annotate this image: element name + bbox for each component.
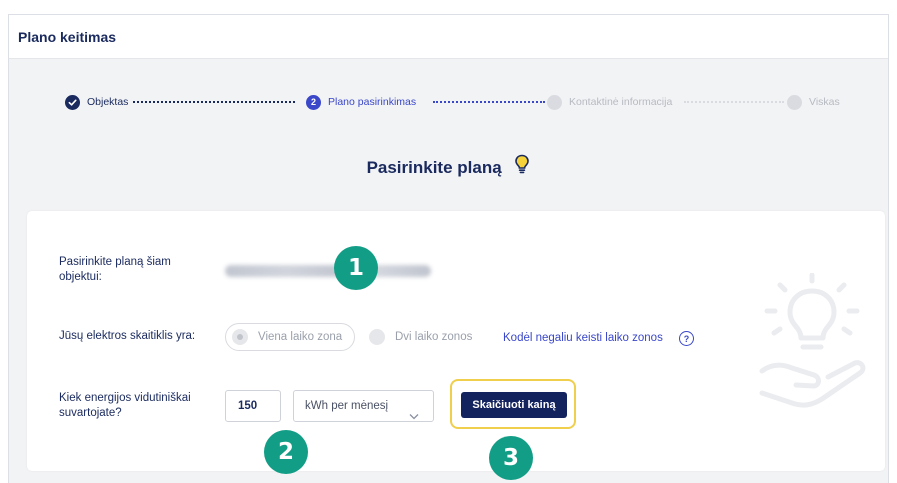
step-plano-pasirinkimas[interactable]: 2 Plano pasirinkimas bbox=[306, 91, 416, 113]
annotation-marker-1: 1 bbox=[334, 246, 378, 290]
radio-single-zone[interactable]: Viena laiko zona bbox=[225, 323, 356, 351]
question-mark-icon[interactable]: ? bbox=[679, 331, 694, 346]
radio-two-zones[interactable]: Dvi laiko zonos bbox=[369, 329, 472, 345]
step-connector bbox=[684, 101, 784, 103]
consumption-label: Kiek energijos vidutiniškai suvartojate? bbox=[59, 392, 191, 419]
page-title: Plano keitimas bbox=[18, 29, 117, 45]
radio-selected-icon bbox=[232, 329, 248, 345]
step-number-badge: 2 bbox=[306, 94, 321, 110]
unit-select-value: kWh per mėnesį bbox=[305, 400, 389, 412]
step-kontaktine-informacija: Kontaktinė informacija bbox=[547, 91, 672, 113]
lightbulb-hand-illustration-icon bbox=[752, 272, 872, 428]
lightbulb-icon bbox=[514, 154, 530, 179]
step-label: Objektas bbox=[87, 96, 129, 108]
progress-stepper: Objektas 2 Plano pasirinkimas Kontaktinė… bbox=[9, 91, 888, 113]
step-label: Kontaktinė informacija bbox=[569, 96, 673, 108]
annotation-marker-2: 2 bbox=[264, 430, 308, 474]
unit-select[interactable]: kWh per mėnesį bbox=[293, 390, 434, 422]
step-pending-icon bbox=[787, 94, 802, 110]
radio-label: Dvi laiko zonos bbox=[395, 331, 473, 343]
section-title-text: Pasirinkite planą bbox=[366, 158, 502, 177]
annotation-marker-3: 3 bbox=[489, 436, 533, 480]
why-cant-change-zone-link[interactable]: Kodėl negaliu keisti laiko zonos bbox=[503, 332, 663, 344]
radio-unselected-icon bbox=[369, 329, 385, 345]
step-connector bbox=[433, 101, 545, 103]
meter-type-label: Jūsų elektros skaitiklis yra: bbox=[59, 330, 196, 342]
check-icon bbox=[65, 94, 80, 110]
step-objektas[interactable]: Objektas bbox=[65, 91, 128, 113]
plan-change-window: Plano keitimas Objektas 2 Plano pasirink… bbox=[8, 14, 889, 483]
blurred-object-address bbox=[225, 265, 431, 277]
section-title: Pasirinkite planą bbox=[9, 154, 888, 179]
consumption-input[interactable]: 150 bbox=[225, 390, 281, 422]
radio-label: Viena laiko zona bbox=[258, 331, 343, 343]
calculate-price-button[interactable]: Skaičiuoti kainą bbox=[461, 392, 567, 418]
plan-form-card: Pasirinkite planą šiam objektui: Jūsų el… bbox=[27, 211, 885, 471]
step-label: Viskas bbox=[809, 96, 840, 108]
step-label: Plano pasirinkimas bbox=[328, 96, 417, 108]
object-label: Pasirinkite planą šiam objektui: bbox=[59, 256, 171, 283]
chevron-down-icon bbox=[409, 402, 419, 432]
step-connector bbox=[133, 101, 295, 103]
step-viskas: Viskas bbox=[787, 91, 840, 113]
page-header: Plano keitimas bbox=[9, 15, 888, 59]
step-pending-icon bbox=[547, 94, 562, 110]
